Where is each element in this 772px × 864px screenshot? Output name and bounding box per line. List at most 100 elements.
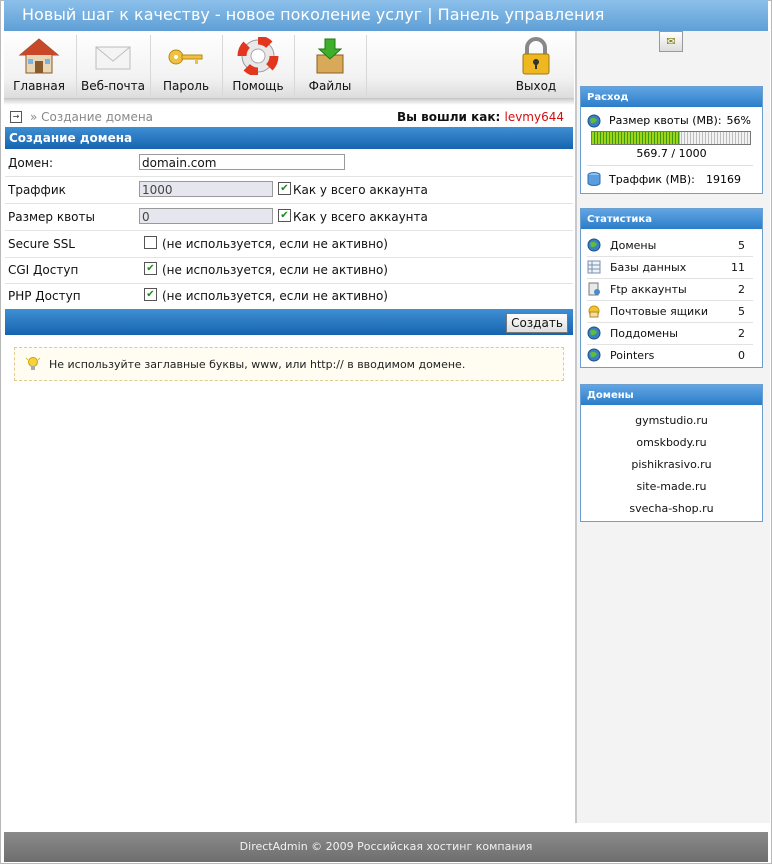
traffic-usage-label: Траффик (MB):	[609, 173, 695, 186]
house-icon	[18, 38, 60, 74]
domain-link[interactable]: svecha-shop.ru	[581, 502, 762, 515]
login-username: levmy644	[504, 110, 564, 124]
toolbar-home-button[interactable]: Главная	[6, 31, 72, 98]
stats-item-value: 5	[738, 239, 745, 252]
usage-title: Расход	[587, 92, 629, 103]
toolbar-separator	[76, 35, 77, 95]
main-toolbar: Главная Веб-почта Пароль Помощь Файлы Вы…	[4, 31, 574, 100]
toolbar-logout-button[interactable]: Выход	[504, 31, 568, 98]
traffic-same-checkbox[interactable]: ✔	[278, 182, 291, 195]
form-title: Создание домена	[9, 131, 133, 145]
domain-link[interactable]: omskbody.ru	[581, 436, 762, 449]
stats-item-databases[interactable]: Базы данных 11	[587, 256, 753, 279]
create-button[interactable]: Создать	[506, 313, 568, 333]
traffic-usage-value: 19169	[706, 173, 741, 186]
domains-box: Домены gymstudio.ru omskbody.ru pishikra…	[580, 384, 763, 522]
stats-item-domains[interactable]: Домены 5	[587, 234, 753, 257]
stats-item-ftp[interactable]: Ftp аккаунты 2	[587, 278, 753, 301]
toolbar-logout-label: Выход	[515, 79, 557, 93]
domain-link[interactable]: site-made.ru	[581, 480, 762, 493]
traffic-same-label: Как у всего аккаунта	[293, 183, 428, 197]
php-checkbox[interactable]: ✔	[144, 288, 157, 301]
stats-item-label: Базы данных	[610, 261, 687, 274]
stats-item-label: Домены	[610, 239, 657, 252]
ssl-checkbox[interactable]	[144, 236, 157, 249]
traffic-label: Траффик	[8, 183, 66, 197]
mailbox-icon	[588, 305, 600, 318]
quota-progress-bar	[591, 131, 751, 145]
traffic-row: Траффик 1000 ✔ Как у всего аккаунта	[5, 177, 573, 204]
traffic-input[interactable]: 1000	[139, 181, 273, 197]
hint-box: Не используйте заглавные буквы, www, или…	[14, 347, 564, 381]
cgi-note: (не используется, если не активно)	[162, 263, 388, 277]
breadcrumb: → » Создание домена Вы вошли как: levmy6…	[4, 108, 572, 126]
database-table-icon	[587, 260, 601, 274]
quota-same-label: Как у всего аккаунта	[293, 210, 428, 224]
toolbar-home-label: Главная	[13, 79, 65, 93]
padlock-icon	[522, 37, 550, 75]
toolbar-separator	[366, 35, 367, 95]
domain-link[interactable]: pishikrasivo.ru	[581, 458, 762, 471]
traffic-line: Траффик (MB): 19169	[587, 172, 753, 188]
globe-icon	[587, 238, 601, 252]
ftp-icon	[588, 282, 600, 296]
globe-icon	[587, 114, 601, 128]
domain-row: Домен: domain.com	[5, 150, 573, 177]
toolbar-files-button[interactable]: Файлы	[296, 31, 364, 98]
envelope-icon	[95, 46, 131, 70]
arrow-right-box-icon[interactable]: →	[10, 111, 22, 123]
quota-input[interactable]: 0	[139, 208, 273, 224]
quota-line: Размер квоты (MB): 56%	[587, 114, 753, 130]
stats-item-pointers[interactable]: Pointers 0	[587, 344, 753, 366]
stats-item-label: Почтовые ящики	[610, 305, 708, 318]
domains-box-header: Домены	[581, 385, 762, 405]
lifebuoy-icon	[237, 37, 279, 75]
message-icon[interactable]: ✉	[659, 31, 683, 52]
domain-input[interactable]: domain.com	[139, 154, 345, 170]
domain-label: Домен:	[8, 156, 54, 170]
footer: DirectAdmin © 2009 Российская хостинг ко…	[4, 832, 768, 862]
toolbar-webmail-button[interactable]: Веб-почта	[78, 31, 148, 98]
stats-item-mailboxes[interactable]: Почтовые ящики 5	[587, 300, 753, 323]
toolbar-shadow	[4, 99, 574, 105]
cgi-checkbox[interactable]: ✔	[144, 262, 157, 275]
domain-link[interactable]: gymstudio.ru	[581, 414, 762, 427]
box-download-icon	[316, 38, 344, 74]
stats-item-label: Поддомены	[610, 327, 678, 340]
form-action-bar: Создать	[5, 309, 573, 335]
subdomain-globe-icon	[587, 326, 601, 340]
toolbar-password-label: Пароль	[162, 79, 210, 93]
cgi-label: CGI Доступ	[8, 263, 79, 277]
database-icon	[587, 172, 601, 186]
toolbar-help-button[interactable]: Помощь	[224, 31, 292, 98]
usage-box: Расход Размер квоты (MB): 56% 569.7 / 10…	[580, 86, 763, 194]
stats-box-header: Статистика	[581, 209, 762, 229]
page-title: Новый шаг к качеству - новое поколение у…	[22, 5, 605, 24]
title-bar: Новый шаг к качеству - новое поколение у…	[4, 0, 768, 31]
ssl-label: Secure SSL	[8, 237, 75, 251]
hint-text: Не используйте заглавные буквы, www, или…	[49, 358, 466, 371]
toolbar-separator	[294, 35, 295, 95]
divider	[587, 165, 753, 166]
quota-amount: 569.7 / 1000	[636, 147, 707, 160]
stats-item-value: 11	[731, 261, 745, 274]
quota-progress-fill	[592, 132, 681, 144]
quota-same-checkbox[interactable]: ✔	[278, 209, 291, 222]
toolbar-help-label: Помощь	[232, 79, 284, 93]
quota-label: Размер квоты (MB):	[609, 114, 722, 127]
php-label: PHP Доступ	[8, 289, 81, 303]
toolbar-password-button[interactable]: Пароль	[152, 31, 220, 98]
usage-box-header: Расход	[581, 87, 762, 107]
stats-item-label: Ftp аккаунты	[610, 283, 687, 296]
breadcrumb-current: » Создание домена	[30, 110, 154, 124]
login-info: Вы вошли как: levmy644	[397, 110, 564, 124]
keys-icon	[168, 49, 203, 65]
stats-item-subdomains[interactable]: Поддомены 2	[587, 322, 753, 345]
stats-item-value: 0	[738, 349, 745, 362]
lightbulb-icon	[25, 357, 41, 370]
quota-percent: 56%	[726, 114, 751, 127]
stats-item-value: 2	[738, 283, 745, 296]
form-title-bar: Создание домена	[5, 127, 573, 149]
pointer-globe-icon	[587, 348, 601, 362]
toolbar-webmail-label: Веб-почта	[81, 79, 145, 93]
